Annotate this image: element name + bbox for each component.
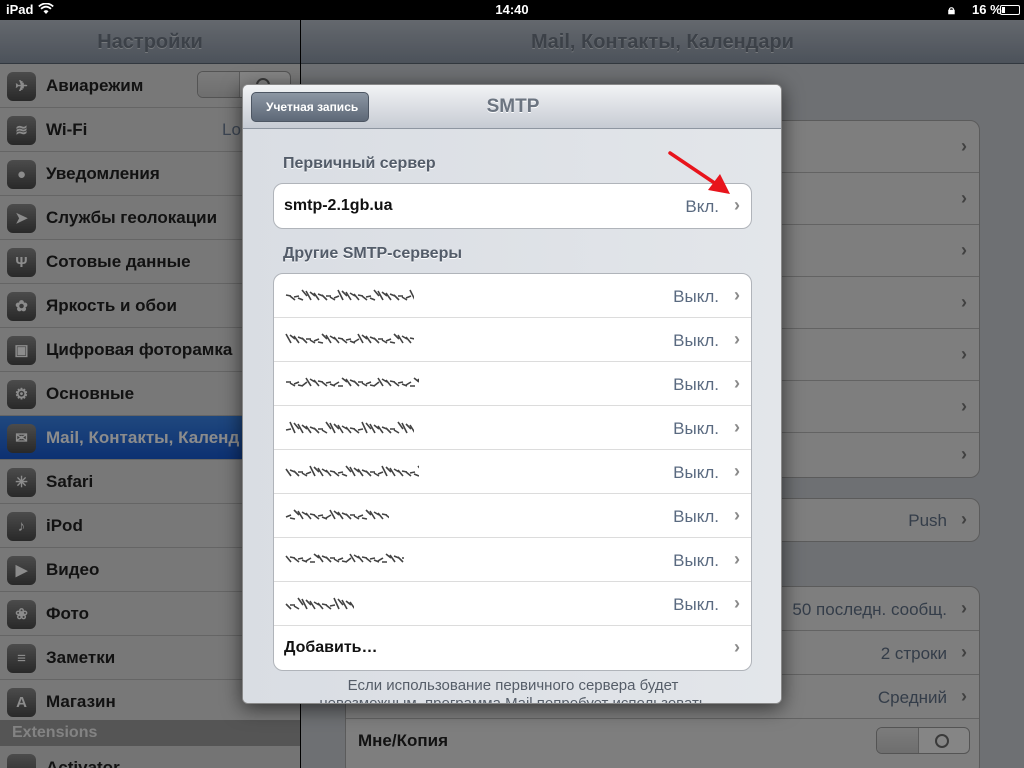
smtp-server-row[interactable]: Выкл. › bbox=[274, 450, 751, 494]
other-servers-header: Другие SMTP-серверы bbox=[283, 245, 463, 262]
add-server-row[interactable]: Добавить… › bbox=[274, 626, 751, 670]
chevron-right-icon: › bbox=[734, 593, 740, 613]
chevron-right-icon: › bbox=[734, 637, 740, 657]
orientation-lock-icon: 🔒︎ bbox=[948, 2, 955, 17]
smtp-server-status: Выкл. bbox=[673, 463, 719, 482]
chevron-right-icon: › bbox=[734, 549, 740, 569]
redacted-server-name bbox=[285, 289, 414, 301]
battery-icon bbox=[1000, 5, 1020, 15]
redacted-server-name bbox=[285, 553, 404, 563]
modal-navbar: Учетная запись SMTP bbox=[243, 85, 781, 129]
redacted-server-name bbox=[285, 465, 419, 477]
chevron-right-icon: › bbox=[734, 461, 740, 481]
redacted-server-name bbox=[285, 597, 354, 610]
chevron-right-icon: › bbox=[734, 505, 740, 525]
smtp-server-row[interactable]: Выкл. › bbox=[274, 274, 751, 318]
primary-server-header: Первичный сервер bbox=[283, 155, 436, 172]
chevron-right-icon: › bbox=[734, 329, 740, 349]
add-server-label: Добавить… bbox=[284, 639, 378, 656]
smtp-server-row[interactable]: Выкл. › bbox=[274, 318, 751, 362]
redacted-server-name bbox=[285, 333, 414, 344]
smtp-server-row[interactable]: Выкл. › bbox=[274, 582, 751, 626]
chevron-right-icon: › bbox=[734, 373, 740, 393]
chevron-right-icon: › bbox=[734, 285, 740, 305]
smtp-server-status: Выкл. bbox=[673, 551, 719, 570]
battery-percent: 16 % bbox=[972, 2, 1002, 17]
modal-body: Первичный сервер smtp-2.1gb.ua Вкл. › Др… bbox=[243, 129, 781, 704]
smtp-server-status: Выкл. bbox=[673, 331, 719, 350]
smtp-server-status: Выкл. bbox=[673, 507, 719, 526]
status-bar: iPad 14:40 🔒︎ 16 % bbox=[0, 0, 1024, 20]
smtp-server-status: Выкл. bbox=[673, 595, 719, 614]
ipad-screen: iPad 14:40 🔒︎ 16 % Настройки ✈ Авиарежим ≋… bbox=[0, 0, 1024, 768]
smtp-server-row[interactable]: Выкл. › bbox=[274, 406, 751, 450]
status-time: 14:40 bbox=[495, 2, 529, 17]
redacted-server-name bbox=[285, 421, 414, 434]
annotation-arrow-icon bbox=[668, 151, 730, 194]
smtp-server-row[interactable]: Выкл. › bbox=[274, 494, 751, 538]
smtp-server-row[interactable]: Выкл. › bbox=[274, 538, 751, 582]
redacted-server-name bbox=[285, 509, 389, 520]
smtp-server-status: Выкл. bbox=[673, 287, 719, 306]
smtp-server-status: Выкл. bbox=[673, 375, 719, 394]
other-servers-group: Выкл. › Выкл. › Выкл. › Выкл. › Выкл. › Выкл. › Выкл… bbox=[273, 273, 752, 671]
redacted-server-name bbox=[286, 377, 419, 387]
footer-line-1: Если использование первичного сервера бу… bbox=[347, 677, 679, 694]
primary-server-status: Вкл. bbox=[685, 197, 719, 216]
smtp-server-row[interactable]: Выкл. › bbox=[274, 362, 751, 406]
smtp-server-status: Выкл. bbox=[673, 419, 719, 438]
chevron-right-icon: › bbox=[734, 417, 740, 437]
footer-line-2: невозможным, программа Mail попробует ис… bbox=[319, 695, 707, 704]
modal-title: SMTP bbox=[486, 96, 540, 117]
primary-server-name: smtp-2.1gb.ua bbox=[284, 197, 393, 214]
